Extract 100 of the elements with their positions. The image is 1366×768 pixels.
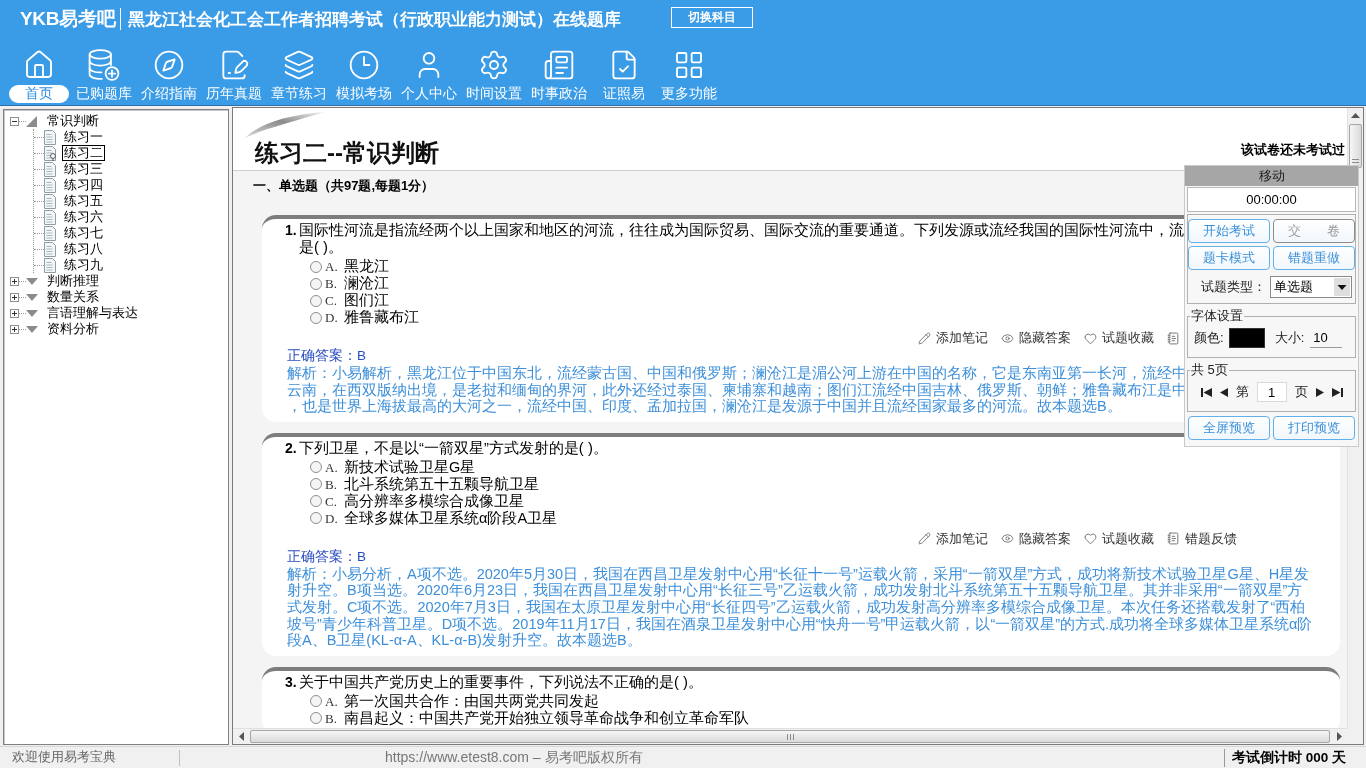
radio-button[interactable] [310, 495, 322, 508]
option-letter: D. [325, 510, 339, 526]
group-legend: 字体设置 [1190, 307, 1244, 325]
explanation-text: 坡号”青少年科普卫星。D项不选。2019年11月17日，我国在酒泉卫星发射中心用“快舟一号”甲运载火箭，以“一箭双星”的方式.成功将全球多媒体卫星系统α阶 [287, 615, 1313, 632]
newspaper-icon [542, 49, 575, 81]
color-label: 颜色: [1194, 329, 1224, 347]
page-number-field[interactable]: 1 [1256, 382, 1287, 402]
tree-item[interactable]: 言语理解与表达 [45, 305, 140, 321]
tree-item[interactable]: 练习六 [62, 209, 105, 225]
radio-button[interactable] [310, 294, 322, 307]
tree-item[interactable]: 练习五 [62, 193, 105, 209]
question-text: 国际性河流是指流经两个以上国家和地区的河流，往往成为国际贸易、国际交流的重要通道。下列发源或流经我国的国际性河流中，流 [299, 222, 1184, 239]
countdown-text: 考试倒计时 000 天 [1231, 748, 1346, 767]
option-text: 图们江 [344, 292, 389, 309]
option-text: 高分辨率多模综合成像卫星 [344, 492, 524, 510]
tree-item[interactable]: 练习八 [62, 241, 105, 257]
scrollbar-thumb[interactable] [250, 730, 1330, 743]
explanation-text: 射升空。B项当选。2020年6月23日，我国在西昌卫星发射中心用“长征三号”乙运载火箭，成功发射北斗系统第五十五颗导航卫星。其并非采用“一箭双星”方 [287, 582, 1303, 599]
scroll-left-icon[interactable] [238, 732, 244, 741]
previous-page-icon[interactable] [1219, 387, 1228, 397]
radio-button[interactable] [310, 695, 322, 708]
corner-triangle-icon [26, 115, 37, 127]
option-letter: B. [325, 276, 338, 291]
down-triangle-icon [26, 325, 38, 333]
tree-item[interactable]: 练习七 [62, 225, 105, 241]
option-text: 澜沧江 [344, 275, 389, 292]
page-prefix: 第 [1235, 383, 1249, 401]
panel-button[interactable]: 错题重做 [1273, 246, 1355, 270]
radio-button[interactable] [310, 461, 322, 474]
option-letter: C. [325, 493, 338, 509]
question-text: 下列卫星，不是以“一箭双星”方式发射的是( )。 [299, 439, 608, 457]
tree-item[interactable]: 练习三 [62, 161, 105, 177]
color-swatch[interactable] [1228, 328, 1265, 348]
tree-item[interactable]: 数量关系 [45, 289, 101, 305]
action-link[interactable]: 添加笔记 [918, 329, 988, 347]
first-page-icon[interactable] [1200, 387, 1212, 397]
app-title: 黑龙江社会化工会工作者招聘考试（行政职业能力测试）在线题库 [128, 8, 622, 31]
action-link[interactable]: 隐藏答案 [1001, 529, 1071, 548]
radio-button[interactable] [310, 478, 322, 491]
toolbar-button[interactable]: 首页 [6, 38, 71, 103]
tree-item[interactable]: 练习一 [62, 129, 105, 145]
tree-item[interactable]: 资料分析 [45, 321, 101, 337]
tree-item[interactable]: 判断推理 [45, 273, 101, 289]
correct-answer: 正确答案：B [287, 347, 366, 365]
radio-button[interactable] [310, 260, 322, 273]
scroll-right-icon[interactable] [1336, 732, 1342, 741]
tree-item[interactable]: 常识判断 [45, 113, 101, 129]
section-title: 一、单选题（共97题,每题1分） [253, 178, 435, 194]
action-link[interactable]: 添加笔记 [918, 529, 988, 548]
plus-box-icon[interactable] [10, 308, 19, 318]
tree-item[interactable]: 练习四 [62, 177, 105, 193]
question-text: 是( )。 [299, 239, 343, 256]
question-number: 3. [285, 673, 298, 691]
preview-button[interactable]: 打印预览 [1273, 416, 1355, 440]
radio-button[interactable] [310, 311, 322, 324]
scroll-up-icon[interactable] [1351, 113, 1360, 118]
option-text: 全球多媒体卫星系统α阶段A卫星 [344, 509, 558, 527]
last-page-icon[interactable] [1331, 387, 1343, 397]
option-text: 第一次国共合作：由国共两党共同发起 [344, 692, 599, 710]
option-letter: B. [325, 476, 338, 492]
clock-icon [347, 49, 380, 81]
app-logo: YKB易考吧 [20, 7, 116, 31]
layers-icon [282, 49, 315, 81]
option-letter: B. [325, 710, 338, 726]
font-size-field[interactable]: 10 [1310, 328, 1343, 348]
radio-button[interactable] [310, 712, 322, 725]
paper-title: 练习二--常识判断 [255, 138, 439, 168]
page-curl-icon [245, 112, 325, 138]
option-text: 新技术试验卫星G星 [344, 458, 476, 476]
paper-status: 该试卷还未考试过 [1241, 141, 1345, 159]
radio-button[interactable] [310, 512, 322, 525]
explanation-text: 段A、B卫星(KL-α-A、KL-α-B)发射升空。故本题选B。 [287, 632, 642, 649]
notebook-icon[interactable] [1167, 331, 1180, 345]
preview-button[interactable]: 全屏预览 [1188, 416, 1270, 440]
database-plus-icon [87, 49, 120, 81]
scrollbar-thumb[interactable] [1349, 124, 1362, 168]
drag-handle[interactable]: 移动 [1185, 166, 1358, 186]
plus-box-icon[interactable] [10, 276, 19, 286]
tree-item[interactable]: 练习九 [62, 257, 105, 273]
plus-box-icon[interactable] [10, 292, 19, 302]
action-link[interactable]: 试题收藏 [1084, 329, 1154, 347]
group-legend: 共 5页 [1190, 361, 1229, 379]
plus-box-icon[interactable] [10, 324, 19, 334]
next-page-icon[interactable] [1315, 387, 1324, 397]
option-letter: C. [325, 293, 338, 308]
action-link[interactable]: 试题收藏 [1084, 529, 1154, 548]
pencil-icon [918, 331, 931, 345]
minus-box-icon[interactable] [10, 116, 19, 126]
action-link[interactable]: 错题反馈 [1167, 529, 1237, 548]
size-label: 大小: [1274, 329, 1305, 347]
explanation-text: ，也是世界上海拔最高的大河之一，流经中国、印度、孟加拉国，澜沧江是发源于中国并且流经国家最多的河流。故本题选B。 [287, 398, 1122, 415]
question-number: 2. [285, 439, 298, 457]
question-type-select[interactable]: 单选题 [1270, 276, 1352, 298]
panel-button[interactable]: 题卡模式 [1188, 246, 1270, 270]
tree-item[interactable]: 练习二 [62, 145, 105, 161]
radio-button[interactable] [310, 277, 322, 290]
action-link[interactable]: 隐藏答案 [1001, 329, 1071, 347]
compass-icon [152, 49, 185, 81]
heart-icon [1084, 331, 1097, 345]
heart-icon [1084, 532, 1097, 546]
